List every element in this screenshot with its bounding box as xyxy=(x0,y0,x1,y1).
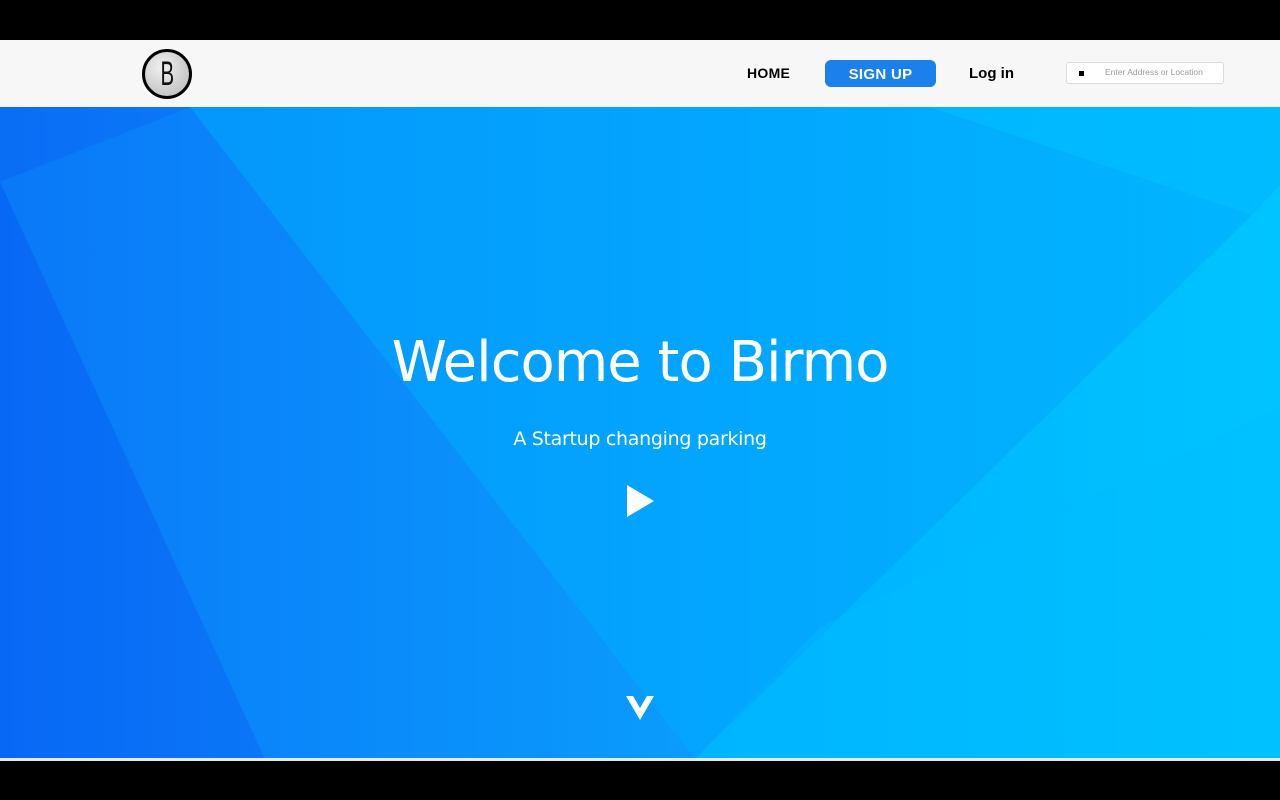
chevron-down-icon[interactable] xyxy=(626,693,654,721)
logo[interactable]: B xyxy=(142,49,192,99)
nav-home-link[interactable]: HOME xyxy=(747,65,790,81)
search-input[interactable]: Enter Address or Location xyxy=(1066,62,1224,84)
search-icon xyxy=(1079,71,1084,76)
hero-title: Welcome to Birmo xyxy=(391,329,890,395)
hero-subtitle: A Startup changing parking xyxy=(513,428,767,450)
play-icon[interactable] xyxy=(626,484,656,518)
navbar: B HOME SIGN UP Log in Enter Address or L… xyxy=(0,40,1280,107)
login-link[interactable]: Log in xyxy=(969,65,1014,82)
search-placeholder: Enter Address or Location xyxy=(1105,67,1203,77)
signup-button[interactable]: SIGN UP xyxy=(825,60,936,87)
letterbox-bottom xyxy=(0,761,1280,800)
letterbox-top xyxy=(0,0,1280,40)
hero-section: Welcome to Birmo A Startup changing park… xyxy=(0,107,1280,759)
logo-letter: B xyxy=(160,55,174,93)
